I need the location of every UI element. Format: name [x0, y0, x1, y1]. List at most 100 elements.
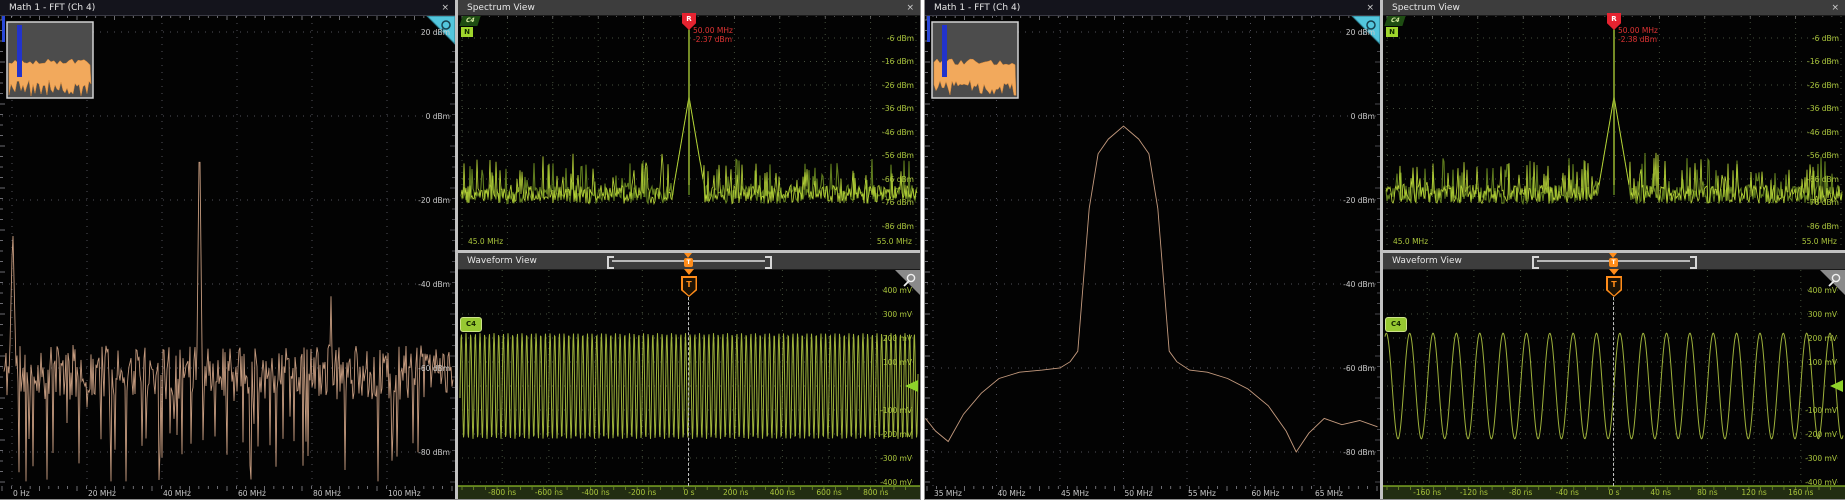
fft-y-tick-label: -80 dBm: [1311, 448, 1375, 457]
fft-x-tick-label: 40 MHz: [163, 489, 191, 498]
spectrum-title: Spectrum View: [1392, 1, 1460, 15]
fft-y-tick-label: -40 dBm: [386, 280, 450, 289]
fft-x-tick-label: 55 MHz: [1188, 489, 1216, 498]
waveform-x-tick-label: 160 ns: [1776, 488, 1826, 497]
spectrum-channel-badge[interactable]: C4: [1384, 16, 1405, 26]
fft-title: Math 1 - FFT (Ch 4): [934, 1, 1020, 15]
spectrum-y-tick-label: -36 dBm: [846, 104, 914, 113]
waveform-x-tick-label: -600 ns: [524, 488, 574, 497]
waveform-x-tick-label: 120 ns: [1729, 488, 1779, 497]
fft-x-tick-label: 45 MHz: [1061, 489, 1089, 498]
scrollbar-right-bracket[interactable]: [765, 256, 772, 269]
scope-window-right: Math 1 - FFT (Ch 4) × Spectrum View × C4…: [925, 0, 1845, 499]
scrollbar-left-bracket[interactable]: [1532, 256, 1539, 269]
close-icon[interactable]: ×: [906, 1, 914, 15]
fft-titlebar[interactable]: Math 1 - FFT (Ch 4) ×: [0, 0, 455, 16]
waveform-y-tick-label: 400 mV: [1769, 286, 1837, 295]
waveform-y-tick-label: -100 mV: [1769, 406, 1837, 415]
fft-x-tick-label: 0 Hz: [13, 489, 30, 498]
spectrum-start-freq-label: 45.0 MHz: [1393, 237, 1428, 246]
waveform-y-tick-label: 200 mV: [844, 334, 912, 343]
waveform-y-tick-label: -400 mV: [844, 478, 912, 487]
scrollbar-trigger-marker[interactable]: T: [1609, 258, 1618, 267]
trigger-position-line: [1613, 297, 1614, 486]
waveform-x-tick-label: 200 ns: [711, 488, 761, 497]
fft-x-tick-label: 60 MHz: [238, 489, 266, 498]
waveform-x-tick-label: -160 ns: [1402, 488, 1452, 497]
trigger-flag-label: T: [683, 278, 696, 296]
spectrum-y-tick-label: -66 dBm: [846, 175, 914, 184]
close-icon[interactable]: ×: [1831, 1, 1839, 15]
waveform-x-tick-label: -80 ns: [1496, 488, 1546, 497]
fft-x-tick-label: 50 MHz: [1125, 489, 1153, 498]
waveform-title: Waveform View: [467, 254, 537, 268]
waveform-title: Waveform View: [1392, 254, 1462, 268]
fft-y-tick-label: -60 dBm: [1311, 364, 1375, 373]
close-icon[interactable]: ×: [441, 1, 449, 15]
waveform-x-tick-label: -120 ns: [1449, 488, 1499, 497]
fft-y-tick-label: -60 dBm: [386, 364, 450, 373]
spectrum-trace-mode-badge[interactable]: N: [461, 27, 473, 37]
trigger-level-arrow-icon[interactable]: [905, 380, 918, 392]
fft-x-tick-label: 80 MHz: [313, 489, 341, 498]
fft-x-tick-label: 40 MHz: [998, 489, 1026, 498]
spectrum-y-tick-label: -76 dBm: [846, 198, 914, 207]
spectrum-y-tick-label: -26 dBm: [1771, 81, 1839, 90]
spectrum-y-tick-label: -56 dBm: [846, 151, 914, 160]
waveform-y-tick-label: 100 mV: [1769, 358, 1837, 367]
waveform-x-tick-label: -400 ns: [571, 488, 621, 497]
spectrum-y-tick-label: -16 dBm: [1771, 57, 1839, 66]
waveform-x-tick-label: 80 ns: [1682, 488, 1732, 497]
waveform-y-tick-label: -300 mV: [1769, 454, 1837, 463]
spectrum-y-tick-label: -46 dBm: [846, 128, 914, 137]
waveform-y-tick-label: 200 mV: [1769, 334, 1837, 343]
waveform-y-tick-label: -200 mV: [844, 430, 912, 439]
spectrum-y-tick-label: -16 dBm: [846, 57, 914, 66]
waveform-y-tick-label: 300 mV: [844, 310, 912, 319]
marker-readout: 50.00 MHz -2.37 dBm: [693, 26, 733, 44]
spectrum-stop-freq-label: 55.0 MHz: [1783, 237, 1837, 246]
spectrum-y-tick-label: -46 dBm: [1771, 128, 1839, 137]
spectrum-y-tick-label: -6 dBm: [1771, 34, 1839, 43]
channel-badge[interactable]: C4: [1385, 317, 1407, 332]
waveform-y-tick-label: 100 mV: [844, 358, 912, 367]
fft-title: Math 1 - FFT (Ch 4): [9, 1, 95, 15]
spectrum-y-tick-label: -26 dBm: [846, 81, 914, 90]
scrollbar-right-bracket[interactable]: [1690, 256, 1697, 269]
fft-y-tick-label: 0 dBm: [1311, 112, 1375, 121]
waveform-y-tick-label: -300 mV: [844, 454, 912, 463]
waveform-x-tick-label: 800 ns: [851, 488, 901, 497]
fft-x-tick-label: 35 MHz: [934, 489, 962, 498]
marker-level: -2.37 dBm: [693, 35, 733, 44]
trigger-level-arrow-icon[interactable]: [1830, 380, 1843, 392]
scope-screen: Math 1 - FFT (Ch 4) × Spectrum View × C4…: [0, 0, 1845, 503]
waveform-x-tick-label: 400 ns: [757, 488, 807, 497]
scope-window-left: Math 1 - FFT (Ch 4) × Spectrum View × C4…: [0, 0, 920, 499]
spectrum-y-tick-label: -6 dBm: [846, 34, 914, 43]
waveform-x-tick-label: -40 ns: [1542, 488, 1592, 497]
waveform-y-tick-label: -100 mV: [844, 406, 912, 415]
marker-level: -2.38 dBm: [1618, 35, 1658, 44]
waveform-x-tick-label: 0 s: [664, 488, 714, 497]
close-icon[interactable]: ×: [1366, 1, 1374, 15]
fft-y-tick-label: 20 dBm: [386, 28, 450, 37]
waveform-y-tick-label: 300 mV: [1769, 310, 1837, 319]
fft-y-tick-label: -40 dBm: [1311, 280, 1375, 289]
spectrum-stop-freq-label: 55.0 MHz: [858, 237, 912, 246]
marker-frequency: 50.00 MHz: [1618, 26, 1658, 35]
spectrum-y-tick-label: -36 dBm: [1771, 104, 1839, 113]
spectrum-title: Spectrum View: [467, 1, 535, 15]
scrollbar-left-bracket[interactable]: [607, 256, 614, 269]
waveform-x-tick-label: 0 s: [1589, 488, 1639, 497]
fft-titlebar[interactable]: Math 1 - FFT (Ch 4) ×: [925, 0, 1380, 16]
waveform-y-tick-label: -200 mV: [1769, 430, 1837, 439]
spectrum-y-tick-label: -56 dBm: [1771, 151, 1839, 160]
marker-frequency: 50.00 MHz: [693, 26, 733, 35]
fft-y-tick-label: -20 dBm: [386, 196, 450, 205]
spectrum-trace-mode-badge[interactable]: N: [1386, 27, 1398, 37]
scrollbar-trigger-marker[interactable]: T: [684, 258, 693, 267]
waveform-y-tick-label: 400 mV: [844, 286, 912, 295]
channel-badge[interactable]: C4: [460, 317, 482, 332]
spectrum-channel-badge[interactable]: C4: [459, 16, 480, 26]
spectrum-y-tick-label: -76 dBm: [1771, 198, 1839, 207]
